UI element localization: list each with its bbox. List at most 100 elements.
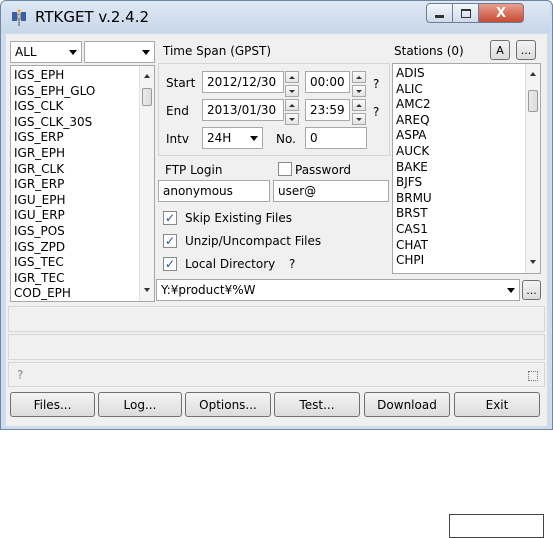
spin-down-icon[interactable] bbox=[285, 113, 299, 125]
test-button[interactable]: Test... bbox=[274, 392, 360, 417]
title-bar[interactable]: RTKGET v.2.4.2 X bbox=[1, 1, 550, 33]
data-type-combo[interactable]: ALL bbox=[10, 41, 82, 63]
start-time-input[interactable]: 00:00 bbox=[305, 71, 350, 93]
spin-up-icon[interactable] bbox=[352, 99, 366, 111]
scroll-thumb[interactable] bbox=[142, 88, 152, 106]
end-time-value: 23:59 bbox=[310, 103, 345, 117]
local-directory-label: Local Directory bbox=[185, 257, 276, 271]
ftp-login-input[interactable]: anonymous bbox=[158, 180, 270, 202]
maximize-button[interactable] bbox=[452, 3, 479, 23]
ftp-login-value: anonymous bbox=[163, 184, 233, 198]
station-item[interactable]: CAS1 bbox=[393, 222, 525, 238]
stations-more-button[interactable]: ... bbox=[516, 40, 536, 60]
start-date-value: 2012/12/30 bbox=[207, 75, 277, 89]
files-button[interactable]: Files... bbox=[10, 392, 95, 417]
data-type-item[interactable]: IGS_CLK bbox=[11, 99, 139, 115]
stations-list[interactable]: ADIS ALIC AMC2 AREQ ASPA AUCK BAKE BJFS BRMU BRST… bbox=[392, 63, 541, 274]
station-item[interactable]: AREQ bbox=[393, 113, 525, 129]
station-item[interactable]: CHAT bbox=[393, 238, 525, 254]
data-type-item[interactable]: IGS_CLK_30S bbox=[11, 115, 139, 131]
message-panel-1 bbox=[8, 306, 545, 332]
station-item[interactable]: CHPI bbox=[393, 253, 525, 269]
interval-combo[interactable]: 24H bbox=[202, 127, 263, 149]
ftp-login-label: FTP Login bbox=[165, 163, 223, 177]
skip-existing-checkbox[interactable]: ✓ bbox=[163, 211, 177, 225]
local-directory-checkbox[interactable]: ✓ bbox=[163, 257, 177, 271]
ftp-password-input[interactable]: user@ bbox=[273, 180, 389, 202]
download-button[interactable]: Download bbox=[364, 392, 450, 417]
start-help-icon[interactable]: ? bbox=[373, 77, 379, 91]
chevron-down-icon bbox=[250, 136, 258, 141]
end-help-icon[interactable]: ? bbox=[373, 105, 379, 119]
scroll-up-icon[interactable] bbox=[144, 74, 150, 78]
scroll-thumb[interactable] bbox=[528, 90, 538, 112]
scroll-up-icon[interactable] bbox=[530, 72, 536, 76]
data-type-item[interactable]: IGR_EPH bbox=[11, 146, 139, 162]
spin-up-icon[interactable] bbox=[352, 71, 366, 83]
station-item[interactable]: BJFS bbox=[393, 175, 525, 191]
start-date-spinner[interactable] bbox=[285, 71, 299, 97]
data-subtype-combo[interactable] bbox=[84, 41, 155, 63]
stations-all-button[interactable]: A bbox=[490, 40, 510, 60]
end-date-input[interactable]: 2013/01/30 bbox=[202, 99, 284, 121]
data-type-item[interactable]: IGS_ZPD bbox=[11, 240, 139, 256]
chevron-down-icon bbox=[69, 50, 77, 55]
data-type-item[interactable]: IGS_ERP bbox=[11, 130, 139, 146]
data-type-item[interactable]: COD_EPH bbox=[11, 286, 139, 301]
data-type-item[interactable]: IGS_EPH_GLO bbox=[11, 84, 139, 100]
data-type-item[interactable]: IGS_EPH bbox=[11, 68, 139, 84]
end-time-spinner[interactable] bbox=[352, 99, 366, 125]
options-button-label: Options... bbox=[199, 397, 257, 412]
local-directory-help-icon[interactable]: ? bbox=[289, 257, 295, 271]
spin-down-icon[interactable] bbox=[352, 113, 366, 125]
station-item[interactable]: BRMU bbox=[393, 191, 525, 207]
minimize-button[interactable] bbox=[426, 3, 453, 23]
data-type-value: ALL bbox=[15, 45, 37, 59]
number-input[interactable]: 0 bbox=[305, 127, 367, 149]
resize-grip-icon[interactable] bbox=[528, 371, 538, 381]
scroll-down-icon[interactable] bbox=[530, 260, 536, 264]
station-item[interactable]: AUCK bbox=[393, 144, 525, 160]
data-type-item[interactable]: IGS_TEC bbox=[11, 255, 139, 271]
stations-scrollbar[interactable] bbox=[525, 64, 540, 273]
data-type-item[interactable]: IGS_POS bbox=[11, 224, 139, 240]
password-checkbox[interactable] bbox=[278, 162, 292, 176]
unzip-label: Unzip/Uncompact Files bbox=[185, 234, 322, 248]
station-item[interactable]: AMC2 bbox=[393, 97, 525, 113]
end-date-spinner[interactable] bbox=[285, 99, 299, 125]
message-panel-2 bbox=[8, 334, 545, 360]
scroll-down-icon[interactable] bbox=[144, 288, 150, 292]
exit-button[interactable]: Exit bbox=[454, 392, 540, 417]
station-item[interactable]: BAKE bbox=[393, 160, 525, 176]
start-time-spinner[interactable] bbox=[352, 71, 366, 97]
data-type-item[interactable]: IGU_EPH bbox=[11, 193, 139, 209]
station-item[interactable]: BRST bbox=[393, 206, 525, 222]
spin-down-icon[interactable] bbox=[352, 85, 366, 97]
unzip-checkbox[interactable]: ✓ bbox=[163, 234, 177, 248]
data-type-item[interactable]: IGR_ERP bbox=[11, 177, 139, 193]
timespan-label: Time Span (GPST) bbox=[163, 44, 272, 58]
station-item[interactable]: ADIS bbox=[393, 66, 525, 82]
start-date-input[interactable]: 2012/12/30 bbox=[202, 71, 284, 93]
spin-up-icon[interactable] bbox=[285, 71, 299, 83]
data-type-list[interactable]: IGS_EPH IGS_EPH_GLO IGS_CLK IGS_CLK_30S IGS_… bbox=[10, 65, 155, 302]
spin-down-icon[interactable] bbox=[285, 85, 299, 97]
local-directory-combo[interactable]: Y:¥product¥%W bbox=[156, 279, 520, 301]
end-time-input[interactable]: 23:59 bbox=[305, 99, 350, 121]
options-button[interactable]: Options... bbox=[185, 392, 271, 417]
local-directory-value: Y:¥product¥%W bbox=[161, 283, 256, 297]
data-type-scrollbar[interactable] bbox=[139, 66, 154, 301]
data-type-item[interactable]: IGR_TEC bbox=[11, 271, 139, 287]
data-type-item[interactable]: IGR_CLK bbox=[11, 162, 139, 178]
spin-up-icon[interactable] bbox=[285, 99, 299, 111]
close-button[interactable]: X bbox=[478, 3, 524, 23]
station-item[interactable]: ALIC bbox=[393, 82, 525, 98]
end-label: End bbox=[166, 104, 189, 118]
log-button[interactable]: Log... bbox=[98, 392, 182, 417]
browse-directory-button[interactable]: ... bbox=[522, 280, 541, 300]
data-type-item[interactable]: IGU_ERP bbox=[11, 208, 139, 224]
files-button-label: Files... bbox=[33, 397, 72, 412]
exit-button-label: Exit bbox=[485, 397, 509, 412]
blank-box bbox=[449, 514, 544, 538]
station-item[interactable]: ASPA bbox=[393, 128, 525, 144]
